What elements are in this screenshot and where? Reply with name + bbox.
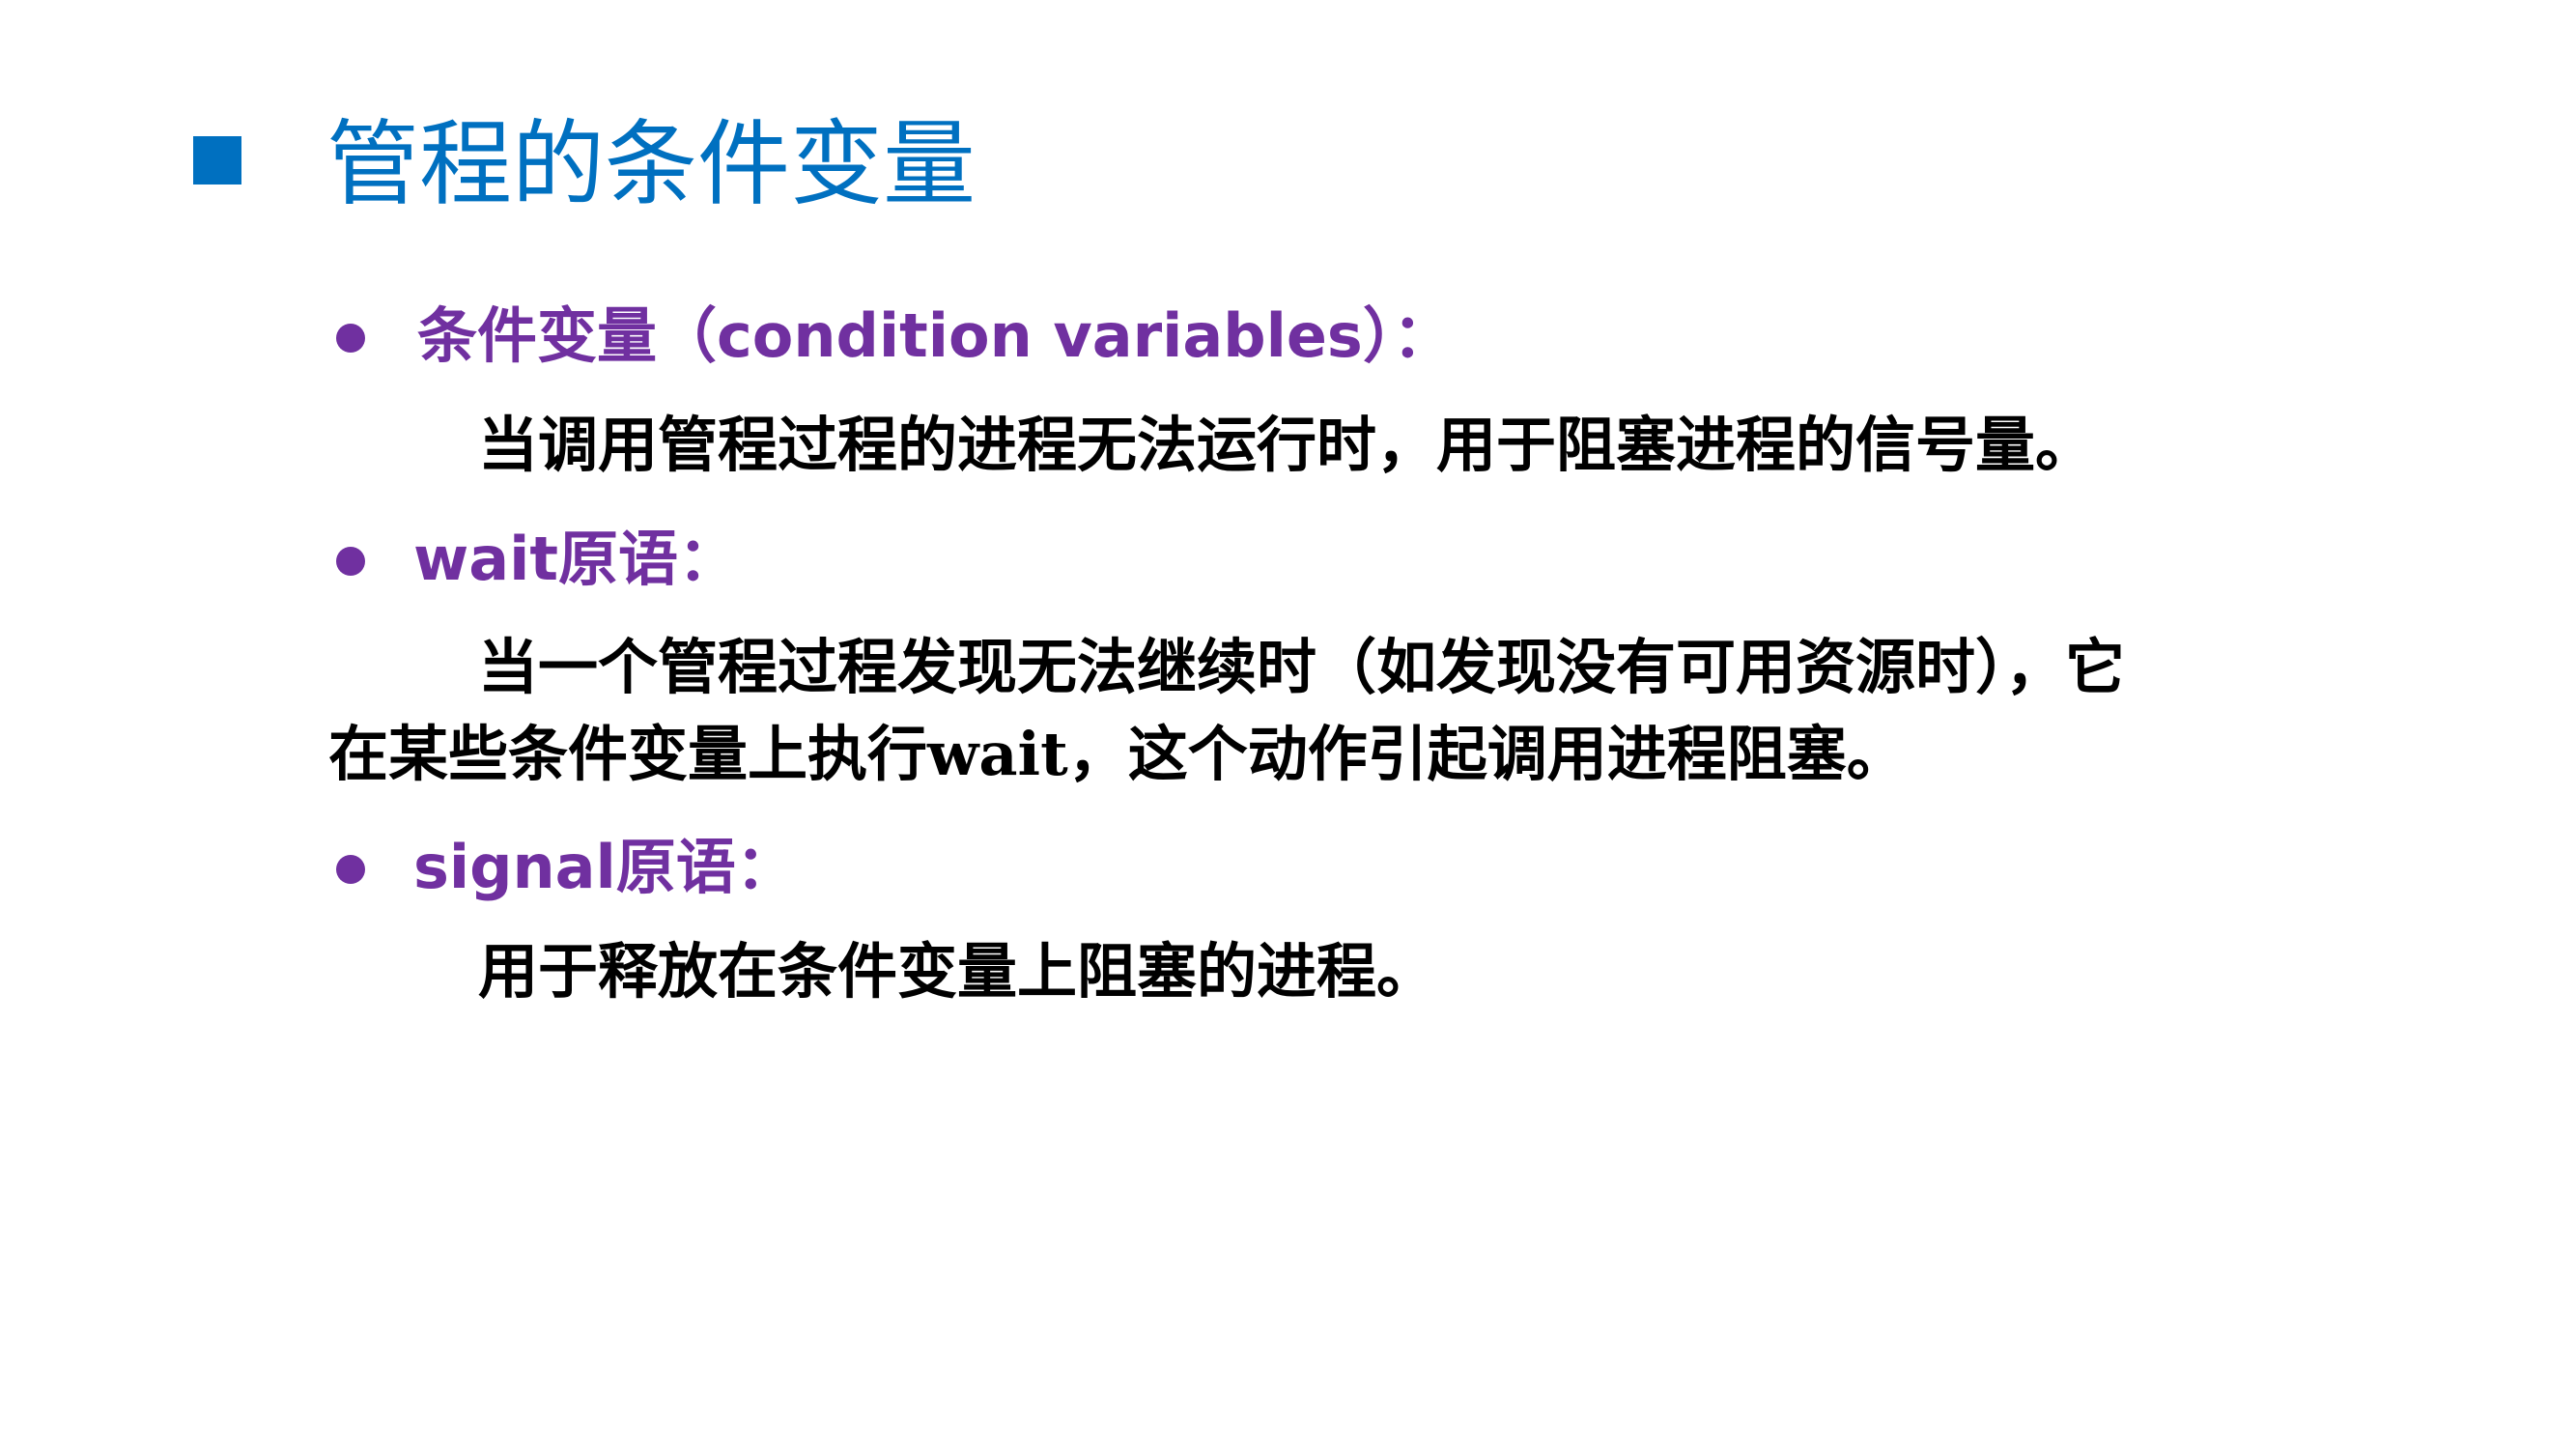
term-signal: signal原语： — [413, 832, 796, 902]
bullet-icon — [336, 855, 365, 884]
description-condition-variables: 当调用管程过程的进程无法运行时，用于阻塞进程的信号量。 — [478, 410, 2096, 480]
term-condition-variables: 条件变量（condition variables）： — [417, 300, 1453, 371]
slide-title: 管程的条件变量 — [326, 110, 976, 218]
title-square-icon — [193, 136, 241, 185]
description-signal: 用于释放在条件变量上阻塞的进程。 — [478, 936, 1437, 1007]
bullet-icon — [336, 324, 365, 353]
slide: 管程的条件变量 条件变量（condition variables）： 当调用管程… — [0, 0, 2576, 1449]
description-wait-line2: 在某些条件变量上执行wait，这个动作引起调用进程阻塞。 — [328, 719, 1907, 789]
bullet-icon — [336, 547, 365, 576]
description-wait-line1: 当一个管程过程发现无法继续时（如发现没有可用资源时），它 — [478, 632, 2126, 702]
term-wait: wait原语： — [413, 524, 739, 594]
